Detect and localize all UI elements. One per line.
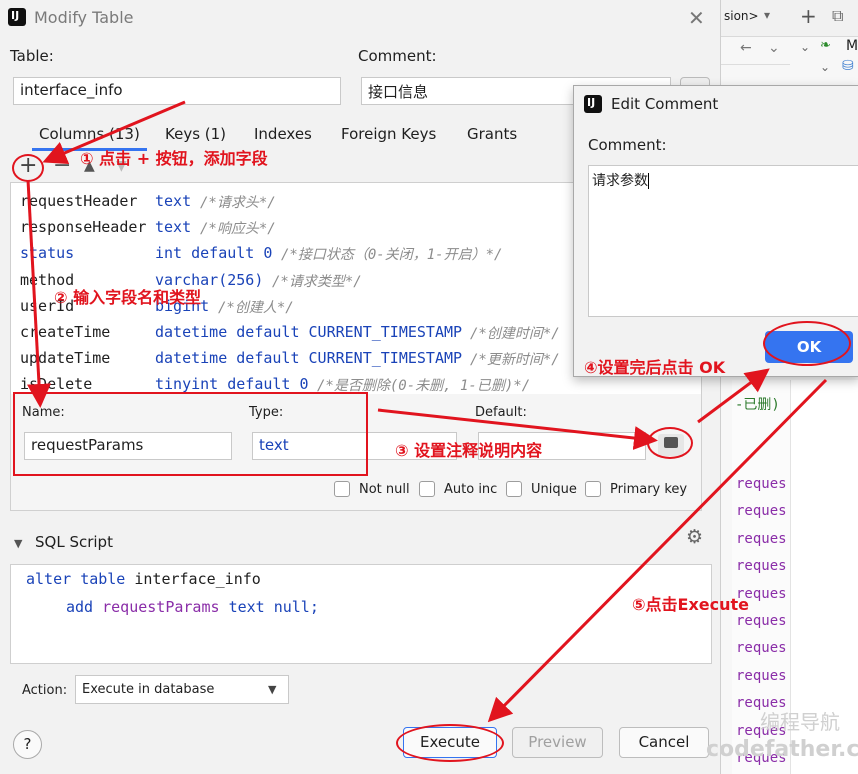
watermark-url: codefather.cn [706, 737, 858, 762]
watermark-title: 编程导航 [760, 710, 840, 734]
annotation-step2: ② 输入字段名和类型 [54, 288, 202, 307]
highlight-name-type [13, 392, 368, 476]
annotation-step1: ① 点击 + 按钮，添加字段 [80, 149, 268, 168]
highlight-execute-button [396, 724, 504, 762]
annotation-step5: ⑤点击Execute [632, 595, 750, 614]
highlight-add-button [12, 154, 44, 182]
annotation-step4: ④设置完后点击 OK [584, 358, 726, 377]
highlight-ok-button [763, 321, 851, 366]
arrow-step2 [26, 179, 52, 408]
annotation-arrows [26, 100, 828, 723]
arrow-step3 [377, 408, 658, 450]
annotation-step3: ③ 设置注释说明内容 [395, 441, 543, 460]
highlight-comment-button [647, 427, 693, 459]
arrow-step4 [697, 368, 770, 424]
